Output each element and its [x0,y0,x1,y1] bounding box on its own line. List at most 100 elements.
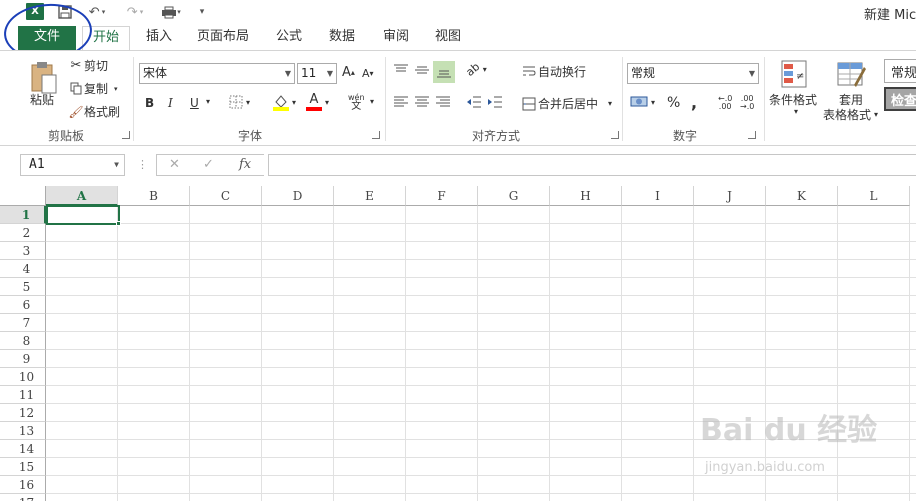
tab-view[interactable]: 视图 [428,26,468,50]
column-header[interactable]: H [550,186,622,206]
decrease-indent-icon[interactable] [466,95,482,109]
row-header[interactable]: 16 [0,476,46,494]
row-header[interactable]: 4 [0,260,46,278]
format-painter-button[interactable]: 🖌 格式刷 [68,103,120,120]
borders-icon[interactable]: ▾ [229,95,250,109]
font-name-select[interactable]: 宋体 ▼ [139,63,295,84]
row-header[interactable]: 15 [0,458,46,476]
column-header[interactable]: B [118,186,190,206]
align-top-icon[interactable] [393,63,409,77]
row-header[interactable]: 11 [0,386,46,404]
worksheet-grid[interactable]: ABCDEFGHIJKL1234567891011121314151617 [0,186,916,501]
underline-dropdown-icon[interactable]: ▾ [206,97,210,106]
paste-icon[interactable] [30,61,58,95]
increase-decimal-icon[interactable]: ←.0.00 [718,95,732,111]
row-header[interactable]: 13 [0,422,46,440]
row-header[interactable]: 9 [0,350,46,368]
tab-file[interactable]: 文件 [18,26,76,50]
fill-handle[interactable] [116,221,121,226]
column-header[interactable]: I [622,186,694,206]
insert-function-icon[interactable]: fx [239,157,251,172]
comma-style-button[interactable]: , [691,93,697,112]
format-as-table-icon[interactable] [836,59,866,89]
tab-review[interactable]: 审阅 [376,26,416,50]
row-header[interactable]: 3 [0,242,46,260]
align-bottom-icon[interactable] [433,61,455,83]
decrease-decimal-icon[interactable]: .00 →.0 [740,95,754,111]
column-header[interactable]: F [406,186,478,206]
customize-qat-icon[interactable]: ▾ [196,3,208,21]
grow-font-icon[interactable]: A ▴ [342,65,355,80]
enter-icon[interactable]: ✓ [203,157,214,172]
row-header[interactable]: 5 [0,278,46,296]
format-as-table-button[interactable]: 表格格式 ▾ [823,106,878,123]
quick-print-icon[interactable]: ▾ [158,3,184,21]
row-header[interactable]: 2 [0,224,46,242]
tab-home[interactable]: 开始 [82,26,130,51]
select-all-corner[interactable] [0,186,46,206]
column-header[interactable]: K [766,186,838,206]
row-header[interactable]: 1 [0,206,46,224]
fill-color-icon[interactable]: ▾ [272,93,296,111]
row-header[interactable]: 8 [0,332,46,350]
increase-indent-icon[interactable] [487,95,503,109]
cut-label: 剪切 [84,59,109,73]
font-launcher-icon[interactable] [372,131,380,139]
gridline-horizontal [46,475,916,476]
copy-button[interactable]: 复制 ▾ [68,80,118,97]
column-header[interactable]: D [262,186,334,206]
align-middle-icon[interactable] [414,63,430,77]
percent-button[interactable]: % [667,95,680,111]
cell-style-normal[interactable]: 常规 [884,59,916,83]
row-header[interactable]: 10 [0,368,46,386]
number-launcher-icon[interactable] [748,131,756,139]
paste-button[interactable]: 粘贴 [30,91,54,108]
undo-icon[interactable]: ↶ ▾ [86,3,108,21]
font-size-select[interactable]: 11 ▼ [297,63,337,84]
column-header[interactable]: J [694,186,766,206]
cut-button[interactable]: ✂ 剪切 [68,57,108,74]
column-header[interactable]: E [334,186,406,206]
accounting-format-icon[interactable]: ▾ [630,95,655,109]
phonetic-dropdown-icon[interactable]: ▾ [370,97,374,106]
column-header[interactable]: C [190,186,262,206]
formula-input[interactable] [268,154,916,176]
conditional-format-icon[interactable]: ≠ [780,59,808,89]
row-header[interactable]: 17 [0,494,46,501]
bold-button[interactable]: B [145,96,154,110]
merge-center-button[interactable]: 合并后居中 ▾ [520,95,612,112]
conditional-format-button[interactable]: 条件格式 [769,91,817,108]
column-header[interactable]: A [46,186,118,206]
clipboard-launcher-icon[interactable] [122,131,130,139]
phonetic-guide-icon[interactable]: wén 文 [348,93,365,112]
column-header[interactable]: L [838,186,910,206]
align-center-icon[interactable] [414,95,430,109]
save-icon[interactable] [56,3,74,21]
cancel-icon[interactable]: ✕ [169,157,180,172]
font-color-icon[interactable]: A ▾ [306,93,329,111]
tab-page-layout[interactable]: 页面布局 [192,26,254,50]
shrink-font-icon[interactable]: A ▾ [362,67,374,80]
orientation-icon[interactable]: ab ▾ [463,60,486,79]
align-left-icon[interactable] [393,95,409,109]
wrap-text-button[interactable]: 自动换行 [520,63,586,80]
tab-formulas[interactable]: 公式 [268,26,310,50]
alignment-launcher-icon[interactable] [611,131,619,139]
active-cell[interactable] [46,205,120,225]
number-format-select[interactable]: 常规 ▼ [627,63,759,84]
name-box[interactable]: A1 ▼ [20,154,125,176]
chevron-down-icon[interactable]: ▾ [794,107,798,116]
row-header[interactable]: 12 [0,404,46,422]
column-header[interactable]: G [478,186,550,206]
align-right-icon[interactable] [435,95,451,109]
row-header[interactable]: 14 [0,440,46,458]
italic-button[interactable]: I [168,96,173,110]
underline-button[interactable]: U [190,96,199,110]
redo-icon[interactable]: ↷ ▾ [124,3,146,21]
tab-data[interactable]: 数据 [322,26,362,50]
tab-insert[interactable]: 插入 [140,26,178,50]
cell-style-check[interactable]: 检查 [884,87,916,111]
formula-bar: A1 ▼ ⋮ ✕ ✓ fx [0,146,916,186]
row-header[interactable]: 6 [0,296,46,314]
row-header[interactable]: 7 [0,314,46,332]
